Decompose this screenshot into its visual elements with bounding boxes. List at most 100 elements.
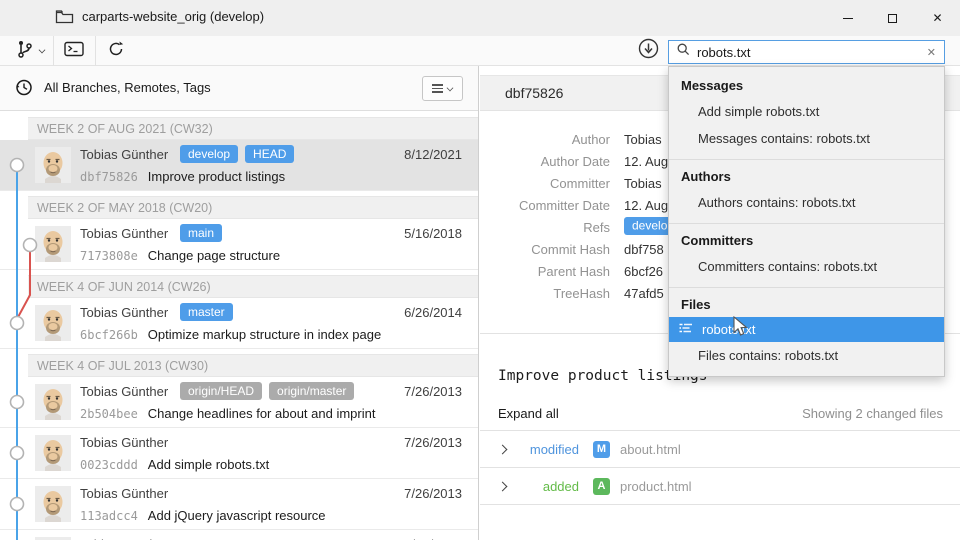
changed-file-row[interactable]: added A product.html	[480, 468, 960, 504]
commit-row[interactable]: Tobias Günther master 6/26/2014 6bcf266b…	[0, 298, 478, 349]
commit-message: Add simple robots.txt	[148, 457, 269, 472]
commit-author: Tobias Günther	[80, 147, 168, 162]
close-button[interactable]: ✕	[915, 0, 960, 36]
suggestion-item[interactable]: Add simple robots.txt	[669, 98, 944, 125]
refresh-button[interactable]	[96, 36, 136, 66]
refresh-icon	[107, 40, 125, 63]
fetch-button[interactable]	[634, 36, 662, 66]
detail-label: Committer	[480, 176, 610, 191]
commit-details-title: dbf75826	[505, 85, 563, 101]
branch-badge[interactable]: develop	[180, 145, 238, 163]
window-title: carparts-website_orig (develop)	[82, 9, 264, 24]
file-status: added	[515, 479, 579, 494]
chevron-down-icon	[447, 84, 454, 91]
section-title: Authors	[669, 162, 944, 189]
mouse-cursor	[733, 316, 749, 343]
detail-value: 47afd5	[624, 286, 664, 301]
chevron-down-icon	[38, 46, 45, 53]
expand-all-button[interactable]: Expand all	[498, 406, 559, 421]
changed-files-count: Showing 2 changed files	[802, 406, 943, 421]
suggestions-section-messages: Messages Add simple robots.txt Messages …	[669, 69, 944, 159]
terminal-button[interactable]	[54, 36, 94, 66]
suggestion-item-selected[interactable]: robots.txt	[669, 317, 944, 342]
avatar	[35, 305, 71, 341]
commit-message: Change page structure	[148, 248, 280, 263]
commit-message: Improve product listings	[148, 169, 285, 184]
list-filter-button[interactable]	[422, 76, 463, 101]
suggestions-section-files: Files robots.txt Files contains: robots.…	[669, 287, 944, 376]
commit-row[interactable]: Tobias Günther develop HEAD 8/12/2021 db…	[0, 140, 478, 191]
detail-value: 6bcf26	[624, 264, 663, 279]
folder-icon	[55, 9, 74, 29]
commit-hash: dbf75826	[80, 170, 138, 184]
commit-hash: 0023cddd	[80, 458, 138, 472]
commit-date: 6/26/2014	[404, 305, 462, 320]
file-status: modified	[515, 442, 579, 457]
minimize-button[interactable]	[825, 0, 870, 36]
commit-author: Tobias Günther	[80, 384, 168, 399]
branch-badge[interactable]: master	[180, 303, 233, 321]
commit-message: Add jQuery javascript resource	[148, 508, 326, 523]
section-title: Messages	[669, 71, 944, 98]
commit-row[interactable]: Tobias Günther origin/HEAD origin/master…	[0, 377, 478, 428]
commit-date: 5/16/2018	[404, 226, 462, 241]
search-icon	[677, 43, 690, 61]
commit-row[interactable]: Tobias Günther main 5/16/2018 7173808eCh…	[0, 219, 478, 270]
commit-row[interactable]: Tobias Günther 7/26/2013	[0, 530, 478, 540]
detail-label: Refs	[480, 220, 610, 235]
commit-row[interactable]: Tobias Günther 7/26/2013 113adcc4 Add jQu…	[0, 479, 478, 530]
commit-date: 7/26/2013	[404, 486, 462, 501]
clear-search-icon[interactable]: ✕	[927, 46, 936, 59]
week-header: WEEK 2 OF AUG 2021 (CW32)	[28, 117, 478, 140]
modified-badge: M	[593, 441, 610, 458]
remote-badge[interactable]: origin/HEAD	[180, 382, 262, 400]
suggestion-item[interactable]: Authors contains: robots.txt	[669, 189, 944, 216]
detail-value: Tobias	[624, 176, 662, 191]
chevron-right-icon[interactable]	[498, 444, 508, 454]
commit-list: WEEK 2 OF AUG 2021 (CW32) WEEK 2 OF MAY …	[0, 111, 478, 540]
suggestions-section-committers: Committers Committers contains: robots.t…	[669, 223, 944, 287]
commit-hash: 113adcc4	[80, 509, 138, 523]
branch-menu-icon	[16, 39, 34, 64]
fetch-icon	[638, 38, 659, 64]
remote-badge[interactable]: origin/master	[269, 382, 354, 400]
chevron-right-icon[interactable]	[498, 481, 508, 491]
detail-value: 12. Aug	[624, 198, 668, 213]
title-bar: carparts-website_orig (develop) ✕	[0, 0, 960, 36]
week-header: WEEK 2 OF MAY 2018 (CW20)	[28, 196, 478, 219]
search-query-text: robots.txt	[697, 45, 920, 60]
week-header: WEEK 4 OF JUN 2014 (CW26)	[28, 275, 478, 298]
app-window: carparts-website_orig (develop) ✕ robots…	[0, 0, 960, 540]
commit-list-panel: All Branches, Remotes, Tags WEEK 2 OF AU…	[0, 66, 479, 540]
commit-author: Tobias Günther	[80, 435, 168, 450]
suggestion-item[interactable]: Messages contains: robots.txt	[669, 125, 944, 152]
branch-badge[interactable]: main	[180, 224, 222, 242]
detail-value: 12. Aug	[624, 154, 668, 169]
suggestion-item[interactable]: Files contains: robots.txt	[669, 342, 944, 369]
commit-hash: 2b504bee	[80, 407, 138, 421]
commit-author: Tobias Günther	[80, 305, 168, 320]
search-input[interactable]: robots.txt ✕	[668, 40, 945, 64]
detail-label: Author	[480, 132, 610, 147]
branch-menu-button[interactable]	[8, 36, 52, 66]
added-badge: A	[593, 478, 610, 495]
avatar	[35, 435, 71, 471]
suggestion-item[interactable]: Committers contains: robots.txt	[669, 253, 944, 280]
detail-value: Tobias	[624, 132, 662, 147]
commit-author: Tobias Günther	[80, 486, 168, 501]
branches-bar: All Branches, Remotes, Tags	[0, 66, 478, 111]
avatar	[35, 147, 71, 183]
head-badge[interactable]: HEAD	[245, 145, 294, 163]
commit-date: 8/12/2021	[404, 147, 462, 162]
terminal-icon	[64, 41, 84, 62]
commit-message: Optimize markup structure in index page	[148, 327, 381, 342]
commit-row[interactable]: Tobias Günther 7/26/2013 0023cdddAdd sim…	[0, 428, 478, 479]
list-filter-icon	[432, 84, 443, 92]
avatar	[35, 486, 71, 522]
changed-file-row[interactable]: modified M about.html	[480, 431, 960, 467]
detail-label: Committer Date	[480, 198, 610, 213]
commit-hash: 7173808e	[80, 249, 138, 263]
maximize-button[interactable]	[870, 0, 915, 36]
search-suggestions-dropdown: Messages Add simple robots.txt Messages …	[668, 66, 945, 377]
file-name: about.html	[620, 442, 681, 457]
